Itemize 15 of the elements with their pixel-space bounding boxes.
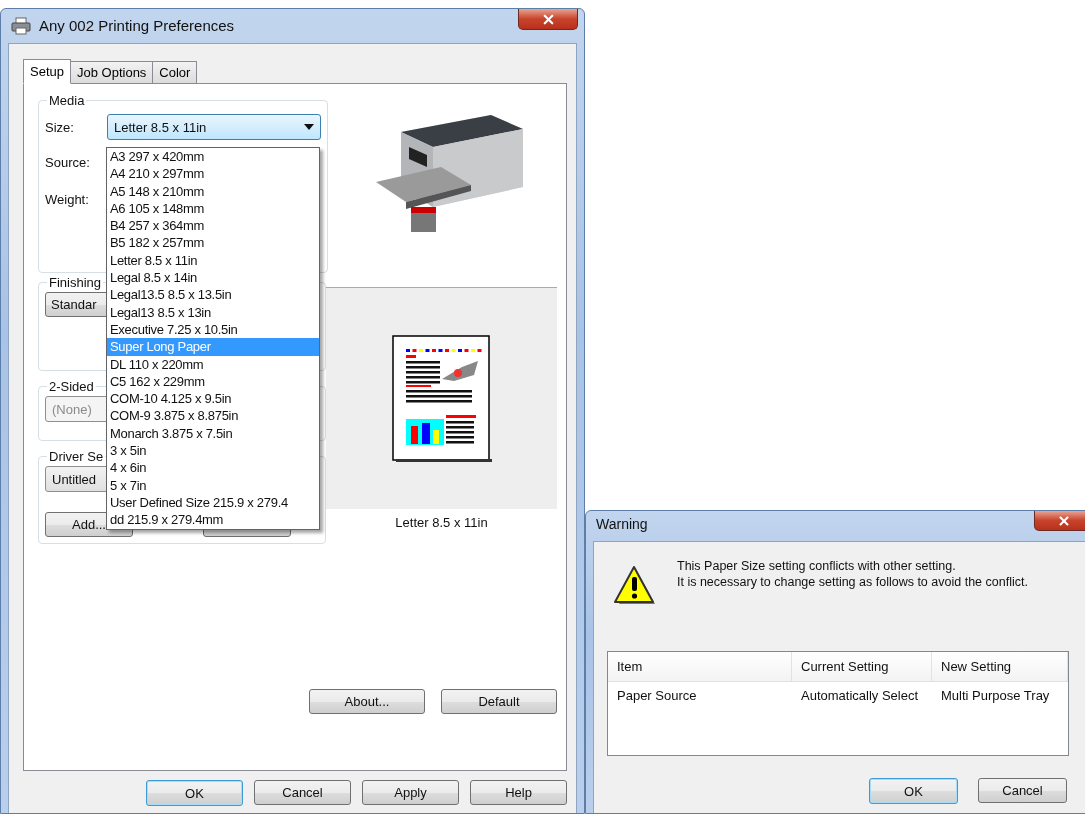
group-label: Driver Se	[48, 449, 105, 464]
warning-message: This Paper Size setting conflicts with other setting.	[677, 558, 957, 574]
table-cell-text: Multi Purpose Tray	[940, 686, 1051, 705]
field-label: Size:	[45, 119, 75, 135]
group-label: 2-Sided	[48, 379, 95, 394]
group-label: Finishing	[48, 275, 103, 290]
table-cell-text: Automatically Select	[800, 686, 920, 705]
group-label: Media	[48, 93, 86, 108]
window-title: Warning	[596, 516, 648, 532]
preview-caption: Letter 8.5 x 11in	[394, 515, 489, 530]
window-title: Any 002 Printing Preferences	[39, 17, 235, 34]
field-label: Source:	[45, 155, 91, 170]
table-cell-text: Paper Source	[616, 686, 698, 705]
field-label: Weight:	[45, 192, 90, 207]
warning-message: It is necessary to change setting as follows to avoid the conflict.	[677, 574, 1028, 590]
